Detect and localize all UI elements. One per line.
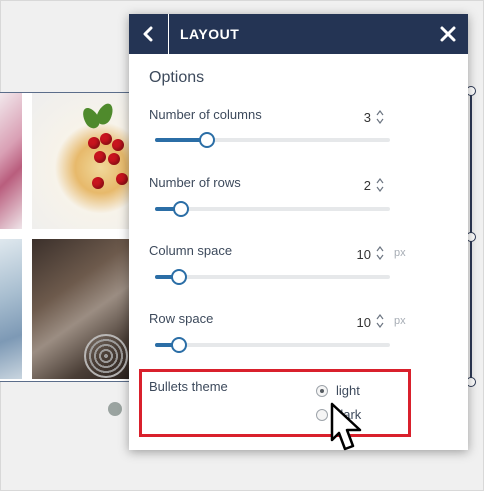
berry-shape <box>100 133 112 145</box>
column-space-slider[interactable] <box>155 269 390 285</box>
gallery-image[interactable] <box>32 239 130 379</box>
columns-slider[interactable] <box>155 132 390 148</box>
whisk-shape <box>84 334 128 378</box>
column-space-label: Column space <box>149 243 233 258</box>
row-space-label: Row space <box>149 311 214 326</box>
row-space-unit: px <box>394 315 406 327</box>
columns-stepper[interactable] <box>376 109 384 125</box>
berry-shape <box>88 137 100 149</box>
gallery-image[interactable] <box>0 93 22 229</box>
row-space-stepper[interactable] <box>376 313 384 329</box>
options-title: Options <box>149 69 205 86</box>
row-space-value[interactable]: 10 <box>341 315 371 330</box>
column-space-stepper[interactable] <box>376 245 384 261</box>
column-space-unit: px <box>394 247 406 259</box>
image-gallery <box>0 92 130 382</box>
panel-header: LAYOUT <box>129 14 468 54</box>
column-space-value[interactable]: 10 <box>341 247 371 262</box>
gallery-image[interactable] <box>32 93 130 229</box>
row-space-slider[interactable] <box>155 337 390 353</box>
column-space-slider-thumb[interactable] <box>170 269 187 285</box>
panel-title: LAYOUT <box>180 26 240 42</box>
close-button[interactable] <box>438 24 458 44</box>
rows-stepper[interactable] <box>376 177 384 193</box>
columns-slider-thumb[interactable] <box>198 132 215 148</box>
berry-shape <box>112 139 124 151</box>
row-space-slider-thumb[interactable] <box>170 337 187 353</box>
hand-cursor-icon <box>330 402 362 451</box>
rows-value[interactable]: 2 <box>341 178 371 193</box>
gallery-image[interactable] <box>0 239 22 379</box>
berry-shape <box>94 151 106 163</box>
rows-label: Number of rows <box>149 175 241 190</box>
back-button[interactable] <box>129 14 169 54</box>
berry-shape <box>108 153 120 165</box>
berry-shape <box>92 177 104 189</box>
columns-label: Number of columns <box>149 107 262 122</box>
rows-slider-thumb[interactable] <box>172 201 189 217</box>
columns-value[interactable]: 3 <box>341 110 371 125</box>
chevron-left-icon <box>143 26 153 42</box>
berry-shape <box>116 173 128 185</box>
rows-slider[interactable] <box>155 201 390 217</box>
close-icon <box>440 26 456 42</box>
gallery-bullet[interactable] <box>108 402 122 416</box>
